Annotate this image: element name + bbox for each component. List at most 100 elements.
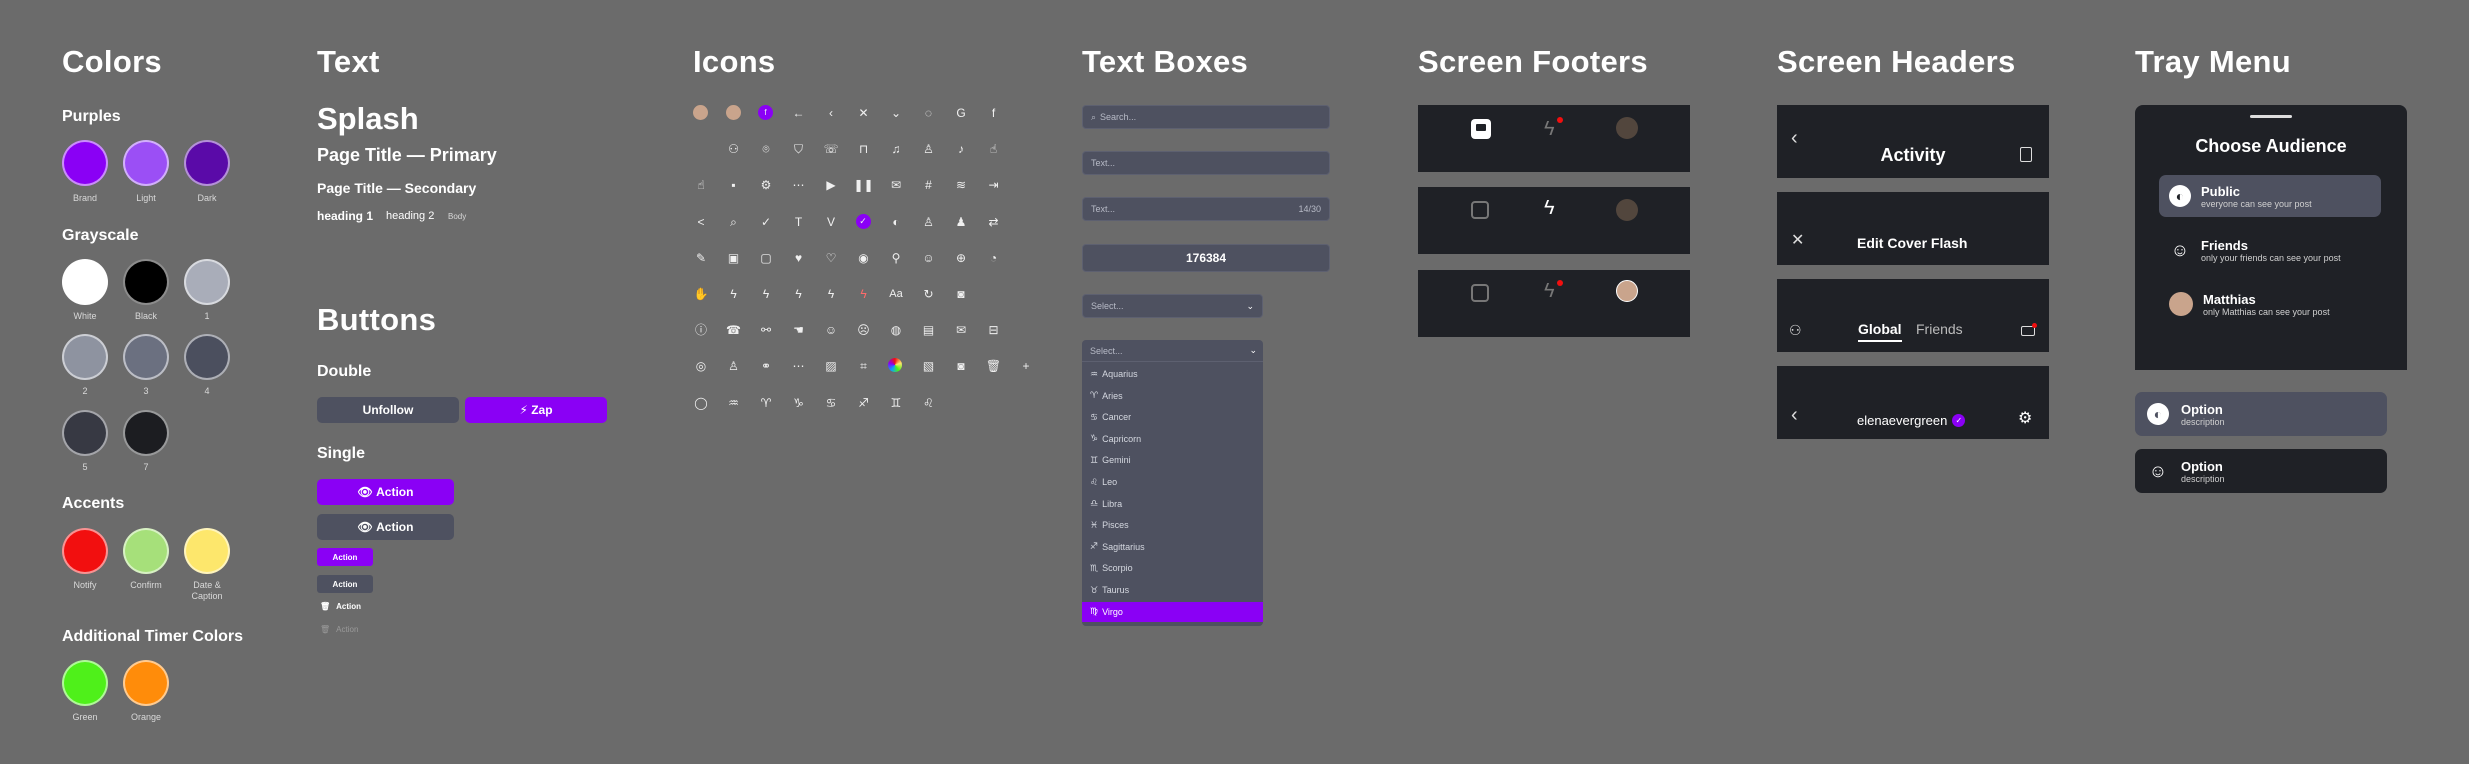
share-icon[interactable]: < [693, 214, 709, 230]
mail-open-icon[interactable]: ✉ [953, 322, 969, 338]
comment-icon[interactable]: ▪ [726, 177, 742, 193]
phone-call-icon[interactable]: ☎ [726, 322, 742, 338]
timer-icon[interactable]: ◔ [986, 250, 1002, 266]
edit-icon[interactable]: ✎ [693, 250, 709, 266]
bolt-outline-icon[interactable]: ϟ [823, 286, 839, 302]
font-icon[interactable]: Aa [888, 286, 904, 302]
chevron-left-icon[interactable]: ‹ [823, 105, 839, 121]
snapchat-icon[interactable]: ♙ [726, 358, 742, 374]
play-icon[interactable]: ▶ [823, 177, 839, 193]
back-arrow-icon[interactable]: ‹ [1791, 404, 1798, 427]
trash-icon[interactable]: 🗑 [986, 358, 1002, 374]
microphone-icon[interactable]: ♪ [953, 141, 969, 157]
user-icon[interactable]: ♙ [921, 141, 937, 157]
dropdown-option[interactable]: ♉ Taurus [1082, 580, 1263, 600]
avatar[interactable] [1616, 280, 1638, 302]
unfollow-button[interactable]: Unfollow [317, 397, 459, 423]
hashtag-icon[interactable]: # [921, 177, 937, 193]
text-input[interactable]: Text... [1082, 151, 1330, 175]
more-icon[interactable]: ⋯ [791, 177, 807, 193]
inbox-icon[interactable]: ⊟ [986, 322, 1002, 338]
close-icon[interactable]: ✕ [856, 105, 872, 121]
aries-icon[interactable]: ♈ [758, 395, 774, 411]
tap-icon[interactable]: ☚ [791, 322, 807, 338]
user-icon[interactable]: ♙ [921, 214, 937, 230]
aquarius-icon[interactable]: ♒ [726, 395, 742, 411]
select-dropdown-open[interactable]: Select... ⌄ ♒ Aquarius ♈ Aries ♋ Cancer ♑ Capric… [1082, 340, 1263, 626]
gear-icon[interactable]: ⚙ [758, 177, 774, 193]
camera-icon[interactable]: ◙ [953, 286, 969, 302]
avatar[interactable] [1616, 199, 1638, 221]
avatar[interactable] [1616, 117, 1638, 139]
group-icon[interactable]: ⚇ [726, 141, 742, 157]
bolt-icon[interactable]: ϟ [1544, 118, 1555, 141]
tray-item-matthias[interactable]: Matthias only Matthias can see your post [2159, 283, 2381, 325]
feed-icon[interactable] [1471, 201, 1489, 219]
dropdown-option[interactable]: ♏ Scorpio [1082, 558, 1263, 578]
dropdown-option[interactable]: ♑ Capricorn [1082, 429, 1263, 449]
dropper-icon[interactable]: ⚲ [888, 250, 904, 266]
drag-handle[interactable] [2250, 115, 2292, 118]
link-icon[interactable]: ⚯ [758, 322, 774, 338]
plus-circle-icon[interactable]: ⊕ [953, 250, 969, 266]
tray-option-1[interactable]: ◐ Option description [2135, 392, 2387, 436]
bolt-notify-icon[interactable]: ϟ [856, 286, 872, 302]
book-icon[interactable]: ▤ [921, 322, 937, 338]
user-filled-icon[interactable]: ♟ [953, 214, 969, 230]
search-icon[interactable]: ⌕ [726, 214, 742, 230]
smile-icon[interactable]: ☺ [823, 322, 839, 338]
gear-icon[interactable]: ⚙ [2018, 408, 2032, 428]
facebook-icon[interactable]: f [986, 105, 1002, 121]
dropdown-option[interactable]: ♎ Libra [1082, 494, 1263, 514]
text-input-counter[interactable]: Text... 14/30 [1082, 197, 1330, 221]
hand-icon[interactable]: ✋ [693, 286, 709, 302]
eye-off-icon[interactable]: ◌ [921, 105, 937, 121]
document-icon[interactable] [2020, 147, 2032, 162]
tray-option-2[interactable]: ☺ Option description [2135, 449, 2387, 493]
dropdown-option[interactable]: ♊ Gemini [1082, 450, 1263, 470]
bell-icon[interactable]: ♫ [888, 141, 904, 157]
bolt-filled-icon[interactable]: ϟ [791, 286, 807, 302]
feed-icon[interactable] [1471, 119, 1491, 139]
globe-icon[interactable]: ◍ [888, 322, 904, 338]
phone-icon[interactable]: ☏ [823, 141, 839, 157]
avatar[interactable] [725, 105, 741, 120]
repeat-icon[interactable]: ⇄ [986, 214, 1002, 230]
gallery-icon[interactable]: ▨ [823, 358, 839, 374]
contrast-icon[interactable]: ◐ [888, 214, 904, 230]
mail-icon[interactable]: ✉ [888, 177, 904, 193]
avatar[interactable] [693, 105, 708, 120]
emoji-icon[interactable]: ☺ [921, 250, 937, 266]
refresh-icon[interactable]: ↻ [921, 286, 937, 302]
select-header[interactable]: Select... ⌄ [1082, 340, 1263, 362]
eye-icon[interactable]: ◉ [856, 250, 872, 266]
dropdown-option[interactable]: ♓ Pisces [1082, 515, 1263, 535]
thumbs-up-outline-icon[interactable]: ☝ [693, 177, 709, 193]
gemini-icon[interactable]: ♊ [888, 395, 904, 411]
number-input[interactable]: 176384 [1082, 244, 1330, 272]
crop-icon[interactable]: ⌗ [856, 358, 872, 374]
tab-global[interactable]: Global [1858, 321, 1902, 342]
capricorn-icon[interactable]: ♑ [791, 395, 807, 411]
action-button-small-primary[interactable]: Action [317, 548, 373, 566]
zap-plus-icon[interactable]: ϟ [726, 286, 742, 302]
search-input[interactable]: ⌕ Search... [1082, 105, 1330, 129]
chat-bubble-icon[interactable]: ◯ [693, 395, 709, 411]
add-friend-icon[interactable]: ⚇ [1789, 322, 1802, 339]
tab-friends[interactable]: Friends [1916, 321, 1963, 337]
location-pin-icon[interactable]: ⌾ [758, 141, 774, 157]
image-frame-icon[interactable]: ▢ [758, 250, 774, 266]
text-icon[interactable]: T [791, 214, 807, 230]
heart-icon[interactable]: ♥ [791, 250, 807, 266]
sad-icon[interactable]: ☹ [856, 322, 872, 338]
dropdown-option[interactable]: ♒ Aquarius [1082, 364, 1263, 384]
cancer-icon[interactable]: ♋ [823, 395, 839, 411]
purple-avatar[interactable]: f [758, 105, 773, 120]
info-icon[interactable]: ⓘ [693, 322, 709, 338]
select-dropdown[interactable]: Select... ⌄ [1082, 294, 1263, 318]
tray-item-friends[interactable]: ☺ Friends only your friends can see your … [2159, 229, 2381, 271]
bolt-icon[interactable]: ϟ [1544, 280, 1555, 303]
action-button-primary[interactable]: 👁 Action [317, 479, 454, 505]
feed-icon[interactable]: ▣ [726, 250, 742, 266]
more-dots-icon[interactable]: ⋯ [791, 358, 807, 374]
